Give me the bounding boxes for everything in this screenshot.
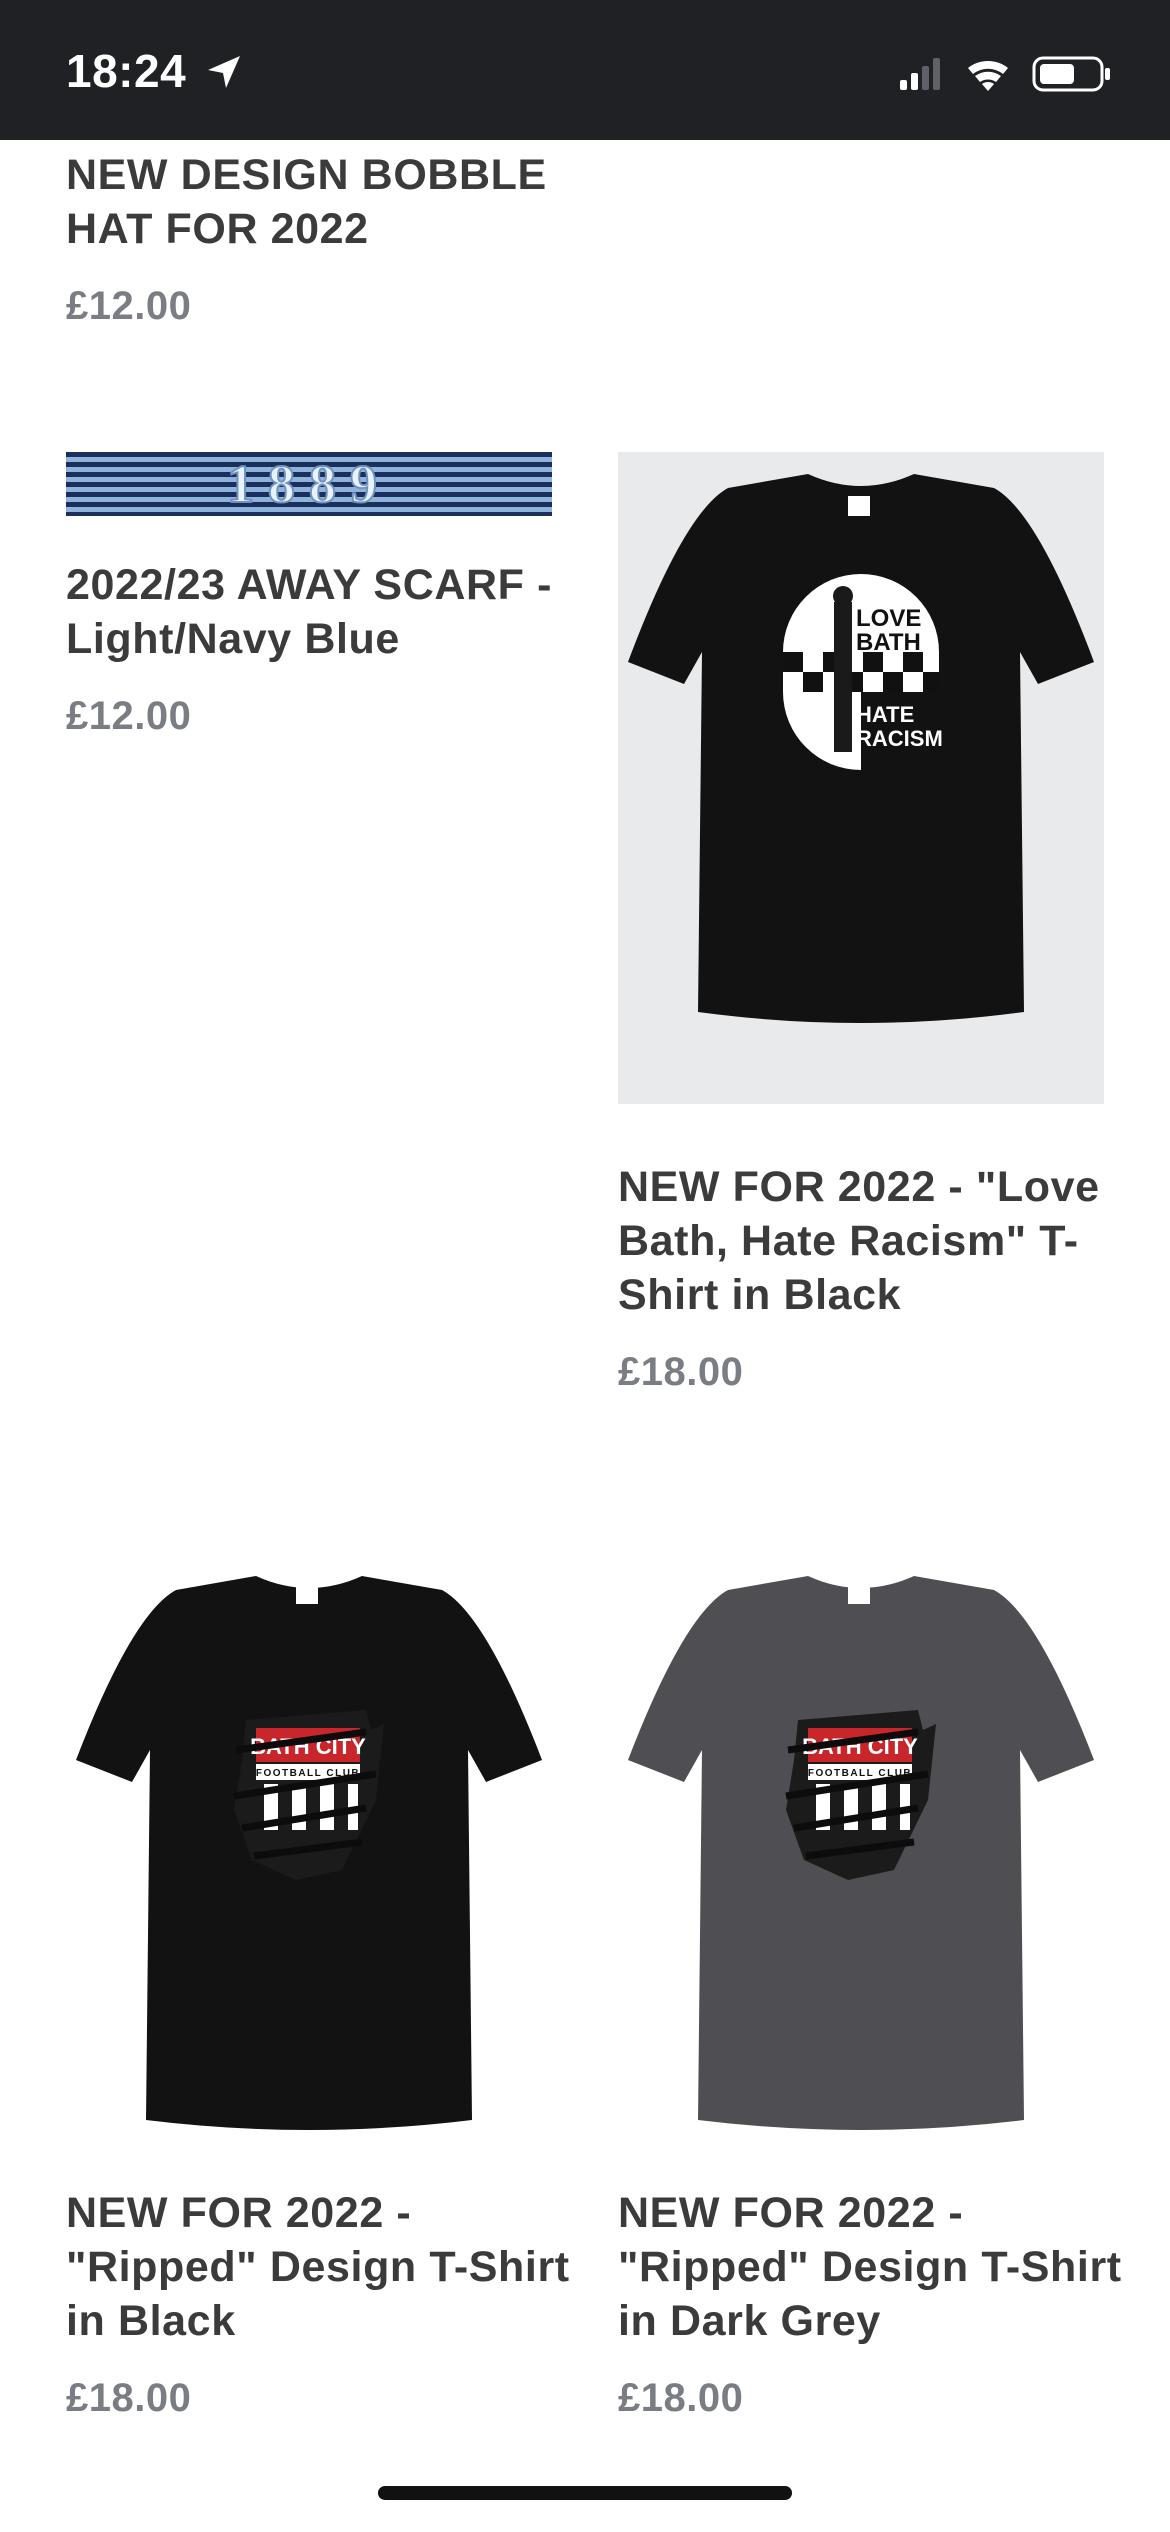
- product-price: £12.00: [66, 694, 192, 738]
- product-card[interactable]: NEW FOR 2022 - "Love Bath, Hate Racism" …: [618, 1160, 1138, 1395]
- product-image-ripped-grey-tshirt[interactable]: BATH CITY FOOTBALL CLUB: [618, 1560, 1104, 2150]
- product-title[interactable]: NEW FOR 2022 - "Love Bath, Hate Racism" …: [618, 1160, 1138, 1322]
- status-bar: 18:24: [0, 0, 1170, 140]
- product-price: £12.00: [66, 284, 192, 328]
- product-card[interactable]: NEW DESIGN BOBBLE HAT FOR 2022 £12.00: [66, 148, 586, 329]
- racism-text: RACISM: [856, 726, 943, 751]
- product-card[interactable]: NEW FOR 2022 - "Ripped" Design T-Shirt i…: [618, 2186, 1138, 2421]
- location-arrow-icon: [208, 56, 240, 88]
- product-title[interactable]: NEW DESIGN BOBBLE HAT FOR 2022: [66, 148, 586, 256]
- status-time: 18:24: [66, 45, 187, 97]
- hate-text: HATE: [856, 702, 914, 727]
- product-price: £18.00: [618, 2376, 744, 2420]
- product-card[interactable]: NEW FOR 2022 - "Ripped" Design T-Shirt i…: [66, 2186, 586, 2421]
- product-price: £18.00: [66, 2376, 192, 2420]
- wifi-icon: [968, 60, 1008, 91]
- home-indicator[interactable]: [378, 2486, 792, 2500]
- product-price: £18.00: [618, 1350, 744, 1394]
- scarf-year-text: 1889: [227, 454, 391, 514]
- product-title[interactable]: NEW FOR 2022 - "Ripped" Design T-Shirt i…: [66, 2186, 586, 2348]
- status-icons: [900, 56, 1110, 92]
- product-image-ripped-black-tshirt[interactable]: BATH CITY FOOTBALL CLUB: [66, 1560, 552, 2150]
- product-image-love-bath-tshirt[interactable]: LOVE BATH HATE RACISM: [618, 452, 1104, 1104]
- cellular-signal-icon: [900, 58, 940, 90]
- battery-icon: [1032, 56, 1110, 92]
- bath-text: BATH: [856, 629, 921, 656]
- love-text: LOVE: [856, 605, 921, 632]
- product-title[interactable]: NEW FOR 2022 - "Ripped" Design T-Shirt i…: [618, 2186, 1138, 2348]
- scarf-image[interactable]: 1889: [66, 452, 552, 516]
- product-title[interactable]: 2022/23 AWAY SCARF - Light/Navy Blue: [66, 558, 586, 666]
- product-card[interactable]: 2022/23 AWAY SCARF - Light/Navy Blue £12…: [66, 558, 586, 739]
